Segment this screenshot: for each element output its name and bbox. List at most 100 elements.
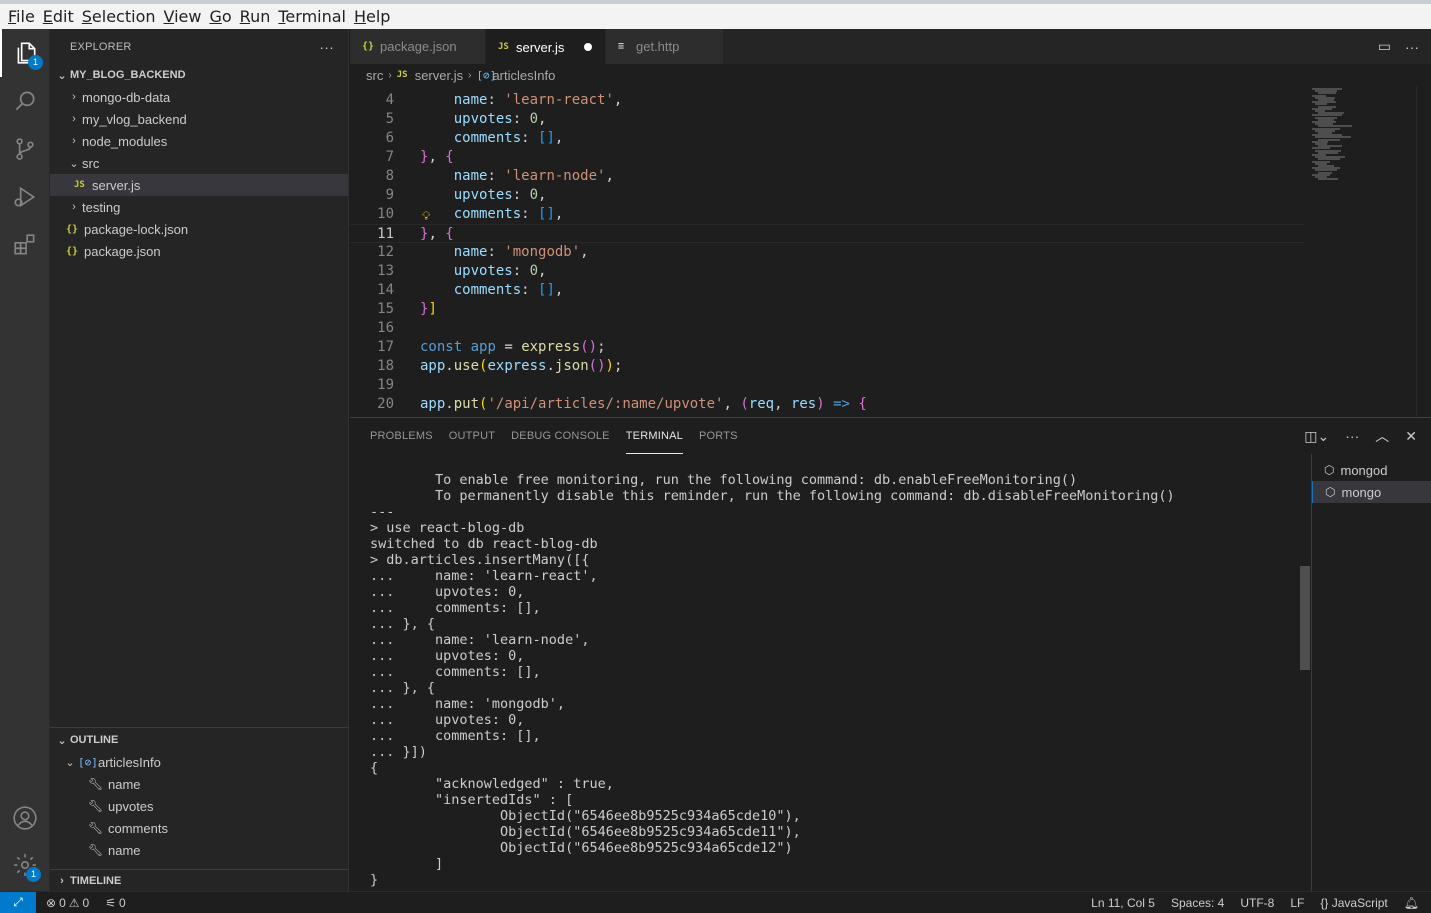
tab-get-http[interactable]: ≡ get.http bbox=[606, 29, 724, 64]
tree-item-server-js[interactable]: JS server.js bbox=[50, 174, 348, 196]
outline-item-articles-info[interactable]: ⌄ [⊘] articlesInfo bbox=[50, 751, 349, 773]
tab-package-json[interactable]: {} package.json bbox=[350, 29, 486, 64]
code-line[interactable]: 12 name: 'mongodb', bbox=[350, 243, 1305, 262]
more-actions-icon[interactable]: ··· bbox=[1345, 428, 1359, 444]
minimap[interactable] bbox=[1310, 86, 1420, 186]
more-actions-icon[interactable]: ··· bbox=[1405, 39, 1419, 55]
code-line[interactable]: 9 upvotes: 0, bbox=[350, 186, 1305, 205]
unsaved-dot-icon[interactable] bbox=[584, 43, 593, 51]
close-panel-icon[interactable]: ✕ bbox=[1405, 428, 1417, 445]
code-line[interactable]: 17 const app = express(); bbox=[350, 338, 1305, 357]
outline-item-name-2[interactable]: 🔧︎ name bbox=[50, 839, 349, 861]
terminal-line: ... }]) bbox=[370, 744, 427, 760]
code-line[interactable]: 15}] bbox=[350, 300, 1305, 319]
code-line[interactable]: 18 app.use(express.json()); bbox=[350, 357, 1305, 376]
tree-item-testing[interactable]: › testing bbox=[50, 196, 348, 218]
menu-edit[interactable]: Edit bbox=[39, 7, 78, 26]
code-line[interactable]: 8 name: 'learn-node', bbox=[350, 167, 1305, 186]
code-line[interactable]: 7}, { bbox=[350, 148, 1305, 167]
js-file-icon: JS bbox=[498, 42, 509, 52]
terminal-scrollbar[interactable] bbox=[1300, 566, 1310, 670]
terminal-line: > db.articles.insertMany([{ bbox=[370, 552, 590, 568]
code-line[interactable]: 19 bbox=[350, 376, 1305, 395]
outline-item-comments[interactable]: 🔧︎ comments bbox=[50, 817, 349, 839]
tab-problems[interactable]: PROBLEMS bbox=[370, 418, 433, 454]
problems-status[interactable]: ⊗ 0 ⚠ 0 bbox=[46, 896, 89, 910]
menu-run[interactable]: Run bbox=[236, 7, 275, 26]
outline-item-label: name bbox=[108, 842, 141, 858]
tab-ports[interactable]: PORTS bbox=[699, 418, 738, 454]
run-debug-button[interactable] bbox=[0, 173, 50, 221]
menu-view[interactable]: View bbox=[160, 7, 206, 26]
tab-terminal[interactable]: TERMINAL bbox=[625, 418, 683, 454]
outline-item-upvotes[interactable]: 🔧︎ upvotes bbox=[50, 795, 349, 817]
breadcrumb-folder[interactable]: src bbox=[366, 68, 383, 83]
variable-icon: [⊘] bbox=[476, 68, 497, 82]
maximize-panel-icon[interactable]: ︿ bbox=[1375, 426, 1389, 446]
code-text: comments: [], bbox=[453, 206, 564, 222]
code-line[interactable]: 5 upvotes: 0, bbox=[350, 110, 1305, 129]
code-line[interactable]: 10 comments: [], 💡︎ bbox=[350, 205, 1305, 224]
source-control-button[interactable] bbox=[0, 125, 50, 173]
tab-debug-console[interactable]: DEBUG CONSOLE bbox=[511, 418, 610, 454]
tree-item-my-vlog-backend[interactable]: › my_vlog_backend bbox=[50, 108, 348, 130]
code-line[interactable]: 16 bbox=[350, 319, 1305, 338]
encoding[interactable]: UTF-8 bbox=[1240, 896, 1274, 910]
tree-item-mongo-db-data[interactable]: › mongo-db-data bbox=[50, 86, 348, 108]
bell-icon[interactable]: 🔔︎ bbox=[1404, 896, 1419, 910]
tab-server-js[interactable]: JS server.js bbox=[486, 29, 606, 64]
split-terminal-icon[interactable]: ◫⌄ bbox=[1304, 428, 1329, 445]
menu-file[interactable]: File bbox=[4, 7, 39, 26]
code-line[interactable]: 14 comments: [], bbox=[350, 281, 1305, 300]
editor-scrollbar[interactable] bbox=[1416, 86, 1430, 417]
explorer-button[interactable]: 1 bbox=[0, 29, 50, 77]
explorer-root-folder[interactable]: ⌄ MY_BLOG_BACKEND bbox=[50, 64, 348, 86]
ports-status[interactable]: ⚟ 0 bbox=[105, 896, 125, 910]
terminal-item-mongo[interactable]: ⬡ mongo bbox=[1312, 481, 1431, 503]
code-line[interactable]: 13 upvotes: 0, bbox=[350, 262, 1305, 281]
extensions-button[interactable] bbox=[0, 221, 50, 269]
tree-item-package-lock-json[interactable]: {} package-lock.json bbox=[50, 218, 348, 240]
breadcrumb-file[interactable]: server.js bbox=[415, 68, 463, 83]
accounts-button[interactable] bbox=[0, 794, 50, 842]
tree-item-package-json[interactable]: {} package.json bbox=[50, 240, 348, 262]
terminal-line: { bbox=[370, 760, 379, 776]
terminal-line: ... comments: [], bbox=[370, 664, 541, 680]
tree-item-src[interactable]: ⌄ src bbox=[50, 152, 348, 174]
menu-go[interactable]: Go bbox=[205, 7, 235, 26]
code-text: app.use(express.json()); bbox=[420, 358, 623, 374]
split-editor-icon[interactable]: ▭ bbox=[1378, 38, 1391, 55]
terminal-line: ... upvotes: 0, bbox=[370, 712, 525, 728]
code-line[interactable]: 11}, { bbox=[350, 224, 1305, 243]
explorer-more-button[interactable]: ··· bbox=[319, 39, 334, 55]
line-number: 8 bbox=[385, 168, 394, 184]
timeline-header[interactable]: › TIMELINE bbox=[50, 870, 349, 892]
code-line[interactable]: 6 comments: [], bbox=[350, 129, 1305, 148]
tree-item-node-modules[interactable]: › node_modules bbox=[50, 130, 348, 152]
manage-button[interactable]: 1 bbox=[0, 841, 50, 889]
search-button[interactable] bbox=[0, 77, 50, 125]
terminal-output[interactable]: To enable free monitoring, run the follo… bbox=[370, 472, 1300, 888]
tab-output[interactable]: OUTPUT bbox=[449, 418, 495, 454]
menu-selection[interactable]: Selection bbox=[78, 7, 160, 26]
menu-terminal[interactable]: Terminal bbox=[274, 7, 350, 26]
code-line[interactable]: 20 app.put('/api/articles/:name/upvote', … bbox=[350, 395, 1305, 414]
cursor-position[interactable]: Ln 11, Col 5 bbox=[1091, 896, 1155, 910]
breadcrumb-symbol[interactable]: articlesInfo bbox=[492, 68, 555, 83]
menu-help[interactable]: Help bbox=[350, 7, 394, 26]
code-text: upvotes: 0, bbox=[453, 263, 547, 279]
indentation[interactable]: Spaces: 4 bbox=[1171, 896, 1224, 910]
property-icon: 🔧︎ bbox=[88, 799, 104, 813]
terminal-line: ... name: 'learn-react', bbox=[370, 568, 598, 584]
remote-button[interactable]: ⤢ bbox=[0, 891, 36, 913]
code-line[interactable]: 4 name: 'learn-react', bbox=[350, 91, 1305, 110]
text-file-icon: ≡ bbox=[618, 41, 625, 52]
outline-title: OUTLINE bbox=[70, 734, 119, 746]
outline-header[interactable]: ⌄ OUTLINE bbox=[50, 729, 349, 751]
code-editor[interactable]: 4 name: 'learn-react', 5 upvotes: 0, 6 com… bbox=[350, 86, 1431, 417]
terminal-item-mongod[interactable]: ⬡ mongod bbox=[1312, 459, 1431, 481]
account-icon bbox=[13, 806, 37, 830]
outline-item-name[interactable]: 🔧︎ name bbox=[50, 773, 349, 795]
end-of-line[interactable]: LF bbox=[1290, 896, 1304, 910]
language-mode[interactable]: {} JavaScript bbox=[1320, 896, 1387, 910]
